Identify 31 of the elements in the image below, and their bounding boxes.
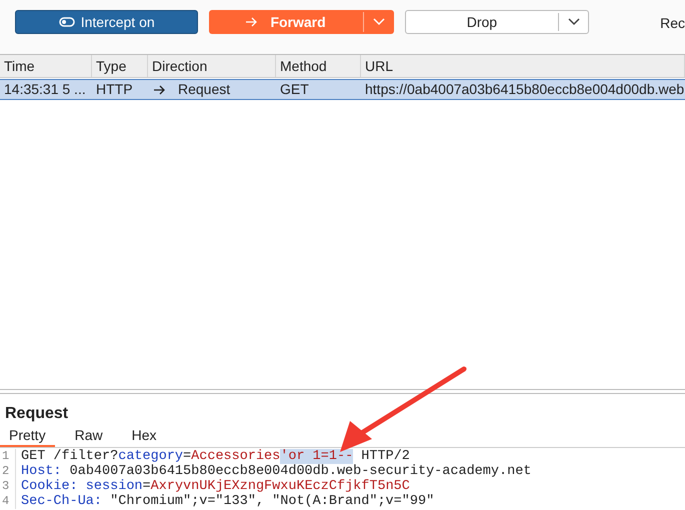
line-number: 3 (0, 479, 16, 494)
tab[interactable]: Hex (122, 425, 166, 447)
line-number: 1 (0, 449, 16, 464)
column-header[interactable]: Direction (148, 55, 276, 77)
caret-icon (372, 18, 385, 26)
toolbar-label: Rec (660, 14, 685, 33)
code-line: Sec-Ch-Ua: "Chromium";v="133", "Not(A:Brand";v="99" (20, 494, 434, 509)
toggle-icon (58, 17, 75, 27)
code-line: Cookie: session=AxryvnUKjEXzngFwxuKEczCfjkfT5n5C (20, 479, 410, 494)
table-cell-text: HTTP (95, 80, 134, 99)
intercept-toggle-button[interactable]: Intercept on (15, 10, 198, 34)
column-header[interactable]: Type (92, 55, 148, 77)
arrow-right-icon (154, 84, 166, 94)
column-header[interactable]: Time (0, 55, 92, 77)
code-line: Host: 0ab4007a03b6415b80eccb8e004d00db.web-security-academy.net (20, 464, 532, 479)
panel-title: Request (4, 404, 70, 424)
table-cell-text: https://0ab4007a03b6415b80eccb8e004d00db.web (364, 80, 685, 99)
table-row[interactable]: 14:35:31 5 ... HTTP Request GET https://0ab4007a03b6415b80eccb8e004d00db.web (0, 79, 685, 100)
caret-icon (568, 18, 580, 26)
line-number: 4 (0, 494, 16, 509)
column-header[interactable]: URL (361, 55, 685, 77)
table-cell: Request (178, 80, 230, 99)
table-cell-text: 14:35:31 5 ... (3, 80, 87, 99)
code-line: GET /filter?category=Accessories'or 1=1-- HTTP/2 (20, 449, 410, 464)
tab[interactable]: Pretty (0, 425, 55, 447)
table-cell-text: GET (279, 80, 310, 99)
line-number: 2 (0, 464, 16, 479)
tab[interactable]: Raw (66, 425, 112, 447)
column-header[interactable]: Method (276, 55, 361, 77)
arrow-right-icon (246, 17, 258, 27)
drop-button[interactable]: Drop (404, 10, 590, 34)
